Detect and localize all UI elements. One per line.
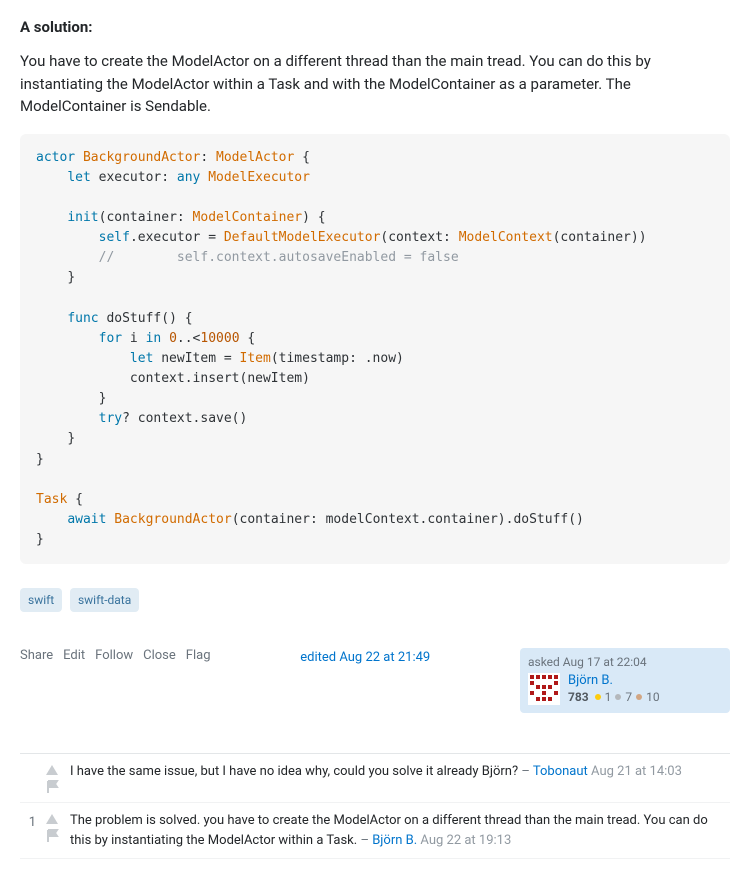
comment-row: 1 The problem is solved. you have to cre… [20, 803, 730, 859]
comment-date: Aug 22 at 19:13 [420, 833, 511, 848]
gold-badge-count: 1 [605, 690, 612, 704]
code-token: try [99, 411, 122, 426]
tag-swift-data[interactable]: swift-data [70, 588, 139, 612]
code-comment: // self.context.autosaveEnabled = false [99, 250, 459, 265]
code-token: BackgroundActor [83, 150, 200, 165]
code-token: ..< [177, 331, 200, 346]
code-token: ModelExecutor [200, 170, 310, 185]
comment-score [20, 762, 42, 794]
code-token: BackgroundActor [106, 512, 231, 527]
code-token: 10000 [200, 331, 239, 346]
code-token: ? context.save() [122, 411, 247, 426]
code-token: newItem = [153, 351, 239, 366]
code-token: actor [36, 150, 75, 165]
close-link[interactable]: Close [143, 648, 176, 663]
code-token: doStuff [99, 311, 162, 326]
user-reputation: 783 [568, 690, 589, 704]
comment-body: I have the same issue, but I have no ide… [70, 762, 730, 794]
code-token: let [130, 351, 153, 366]
comment-row: I have the same issue, but I have no ide… [20, 754, 730, 803]
comment-date: Aug 21 at 14:03 [591, 764, 682, 779]
bronze-badge-icon [636, 694, 642, 700]
post-actions-row: Share Edit Follow Close Flag edited Aug … [20, 648, 730, 713]
silver-badge-icon [615, 694, 621, 700]
code-token: ModelContainer [193, 210, 303, 225]
code-token: .executor = [130, 230, 224, 245]
code-token: } [36, 452, 44, 467]
code-token: func [67, 311, 98, 326]
code-token: { [240, 331, 256, 346]
gold-badge-icon [595, 694, 601, 700]
silver-badge-count: 7 [625, 690, 632, 704]
code-token: (context: [380, 230, 458, 245]
code-token: (container)) [553, 230, 647, 245]
code-token: Item [240, 351, 271, 366]
solution-body-text: You have to create the ModelActor on a d… [20, 50, 730, 118]
code-token: } [67, 270, 75, 285]
code-token: DefaultModelExecutor [224, 230, 381, 245]
comment-text: I have the same issue, but I have no ide… [70, 764, 518, 779]
tag-swift[interactable]: swift [20, 588, 62, 612]
code-token: : [200, 150, 216, 165]
tag-list: swift swift-data [20, 588, 730, 612]
user-name-link[interactable]: Björn B. [568, 673, 660, 688]
asked-label: asked Aug 17 at 22:04 [528, 655, 722, 669]
code-token: ) { [302, 210, 325, 225]
share-link[interactable]: Share [20, 648, 53, 663]
bronze-badge-count: 10 [646, 690, 660, 704]
comment-user-link[interactable]: Tobonaut [533, 764, 588, 779]
code-block[interactable]: actor BackgroundActor: ModelActor { let … [20, 134, 730, 565]
avatar[interactable] [528, 673, 560, 705]
edit-link[interactable]: Edit [63, 648, 85, 663]
flag-icon[interactable] [46, 829, 59, 843]
comment-user-link[interactable]: Björn B. [372, 833, 417, 848]
code-token: () { [161, 311, 192, 326]
comment-separator: – [360, 833, 372, 848]
code-token: await [67, 512, 106, 527]
code-token: } [67, 431, 75, 446]
follow-link[interactable]: Follow [95, 648, 133, 663]
comment-body: The problem is solved. you have to creat… [70, 811, 730, 850]
code-token: for [99, 331, 122, 346]
comment-actions [42, 811, 62, 850]
code-token: executor: [91, 170, 177, 185]
comment-score: 1 [20, 811, 42, 850]
code-token: in [146, 331, 162, 346]
comment-actions [42, 762, 62, 794]
flag-icon[interactable] [46, 780, 59, 794]
code-token: context.insert(newItem) [130, 371, 310, 386]
code-token: init [67, 210, 98, 225]
code-token: Task [36, 492, 67, 507]
upvote-icon[interactable] [45, 764, 59, 776]
code-token: (timestamp: .now) [271, 351, 404, 366]
code-token: self [99, 230, 130, 245]
code-token: i [122, 331, 145, 346]
flag-link[interactable]: Flag [186, 648, 211, 663]
code-token: { [294, 150, 310, 165]
code-token: any [177, 170, 200, 185]
code-token: } [36, 532, 44, 547]
upvote-icon[interactable] [45, 813, 59, 825]
user-card: asked Aug 17 at 22:04 Björn B. [520, 648, 730, 713]
comment-separator: – [521, 764, 533, 779]
code-token: } [99, 391, 107, 406]
user-stats: 783 1 7 10 [568, 690, 660, 704]
code-token: ModelContext [459, 230, 553, 245]
action-links: Share Edit Follow Close Flag [20, 648, 211, 663]
edited-info[interactable]: edited Aug 22 at 21:49 [300, 650, 430, 665]
code-token: let [67, 170, 90, 185]
code-token: 0 [161, 331, 177, 346]
code-token: (container: [99, 210, 193, 225]
code-token: { [67, 492, 83, 507]
code-token: ModelActor [216, 150, 294, 165]
solution-heading: A solution: [20, 18, 730, 36]
comments-list: I have the same issue, but I have no ide… [20, 753, 730, 859]
code-token: (container: modelContext.container).doSt… [232, 512, 584, 527]
